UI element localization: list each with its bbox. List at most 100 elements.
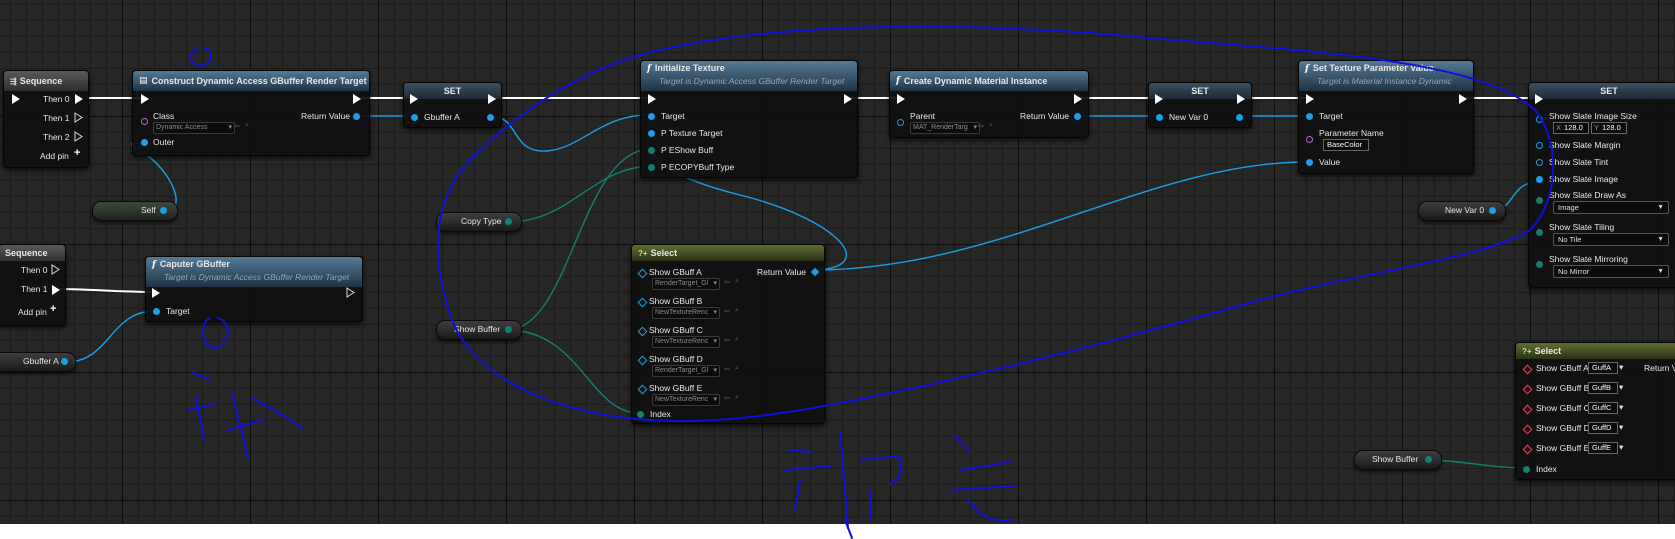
option-select[interactable]: NewTextureRenc ▾ bbox=[652, 336, 720, 348]
option-input[interactable]: GuffA bbox=[1588, 362, 1618, 374]
browse-icon[interactable]: ⌕ bbox=[735, 394, 739, 402]
exec-out-pin[interactable] bbox=[844, 94, 852, 104]
use-selected-icon[interactable]: ⇦ bbox=[978, 122, 984, 130]
parent-select[interactable]: MAT_RenderTarg ▾ bbox=[910, 122, 980, 134]
exec-in-pin[interactable] bbox=[152, 288, 160, 298]
sequence-node[interactable]: Sequence Then 0 Then 1 Add pin + bbox=[0, 244, 66, 326]
image-pin[interactable] bbox=[1536, 176, 1543, 183]
browse-icon[interactable]: ⌕ bbox=[735, 278, 739, 286]
option-pin[interactable] bbox=[637, 355, 648, 366]
exec-out-pin[interactable] bbox=[346, 287, 355, 298]
dropdown-icon[interactable]: ▾ bbox=[1619, 422, 1623, 433]
tint-pin[interactable] bbox=[1536, 159, 1543, 166]
dropdown-icon[interactable]: ▾ bbox=[1619, 442, 1623, 453]
gbuffer-a-out-pin[interactable] bbox=[61, 358, 68, 365]
gbuffer-a-out-pin[interactable] bbox=[487, 114, 494, 121]
show-buffer-out-pin[interactable] bbox=[505, 326, 512, 333]
tiling-select[interactable]: No Tile ▼ bbox=[1553, 233, 1669, 246]
exec-out-pin[interactable] bbox=[74, 112, 83, 123]
use-selected-icon[interactable]: ⇦ bbox=[234, 122, 240, 130]
y-input[interactable]: Y 128.0 bbox=[1591, 122, 1627, 134]
use-selected-icon[interactable]: ⇦ bbox=[724, 365, 730, 373]
self-variable-node[interactable]: Self bbox=[92, 201, 178, 221]
exec-in-pin[interactable] bbox=[897, 94, 905, 104]
use-selected-icon[interactable]: ⇦ bbox=[724, 307, 730, 315]
gbuffer-a-variable-node[interactable]: Gbuffer A bbox=[0, 352, 76, 372]
set-node[interactable]: SET Show Slate Image Size X 128.0 Y 128.0 … bbox=[1528, 82, 1675, 288]
exec-in-pin[interactable] bbox=[648, 94, 656, 104]
sequence-node[interactable]: ⇶ Sequence Then 0 Then 1 Then 2 Add pin … bbox=[3, 70, 89, 168]
class-pin[interactable] bbox=[141, 118, 148, 125]
add-pin-icon[interactable]: + bbox=[74, 147, 80, 159]
exec-out-pin[interactable] bbox=[353, 94, 361, 104]
outer-pin[interactable] bbox=[141, 139, 148, 146]
new-var-0-variable-node[interactable]: New Var 0 bbox=[1418, 201, 1506, 221]
browse-icon[interactable]: ⌕ bbox=[735, 365, 739, 373]
x-input[interactable]: X 128.0 bbox=[1553, 122, 1589, 134]
create-dynamic-material-instance-node[interactable]: f Create Dynamic Material Instance Parent… bbox=[889, 70, 1089, 138]
return-value-pin[interactable] bbox=[810, 267, 820, 277]
option-pin[interactable] bbox=[1522, 404, 1533, 415]
exec-in-pin[interactable] bbox=[1535, 94, 1543, 104]
initialize-texture-node[interactable]: f Initialize Texture Target is Dynamic Ac… bbox=[640, 60, 858, 178]
parameter-name-input[interactable]: BaseColor bbox=[1323, 139, 1369, 151]
option-input[interactable]: GuffC bbox=[1588, 402, 1618, 414]
parameter-name-pin[interactable] bbox=[1306, 136, 1313, 143]
dropdown-icon[interactable]: ▾ bbox=[1619, 362, 1623, 373]
option-pin[interactable] bbox=[1522, 384, 1533, 395]
exec-out-pin[interactable] bbox=[75, 94, 83, 104]
add-pin-icon[interactable]: + bbox=[50, 303, 56, 315]
add-pin-button[interactable]: Add pin bbox=[18, 307, 47, 317]
index-pin[interactable] bbox=[1523, 466, 1530, 473]
target-pin[interactable] bbox=[648, 113, 655, 120]
index-pin[interactable] bbox=[637, 411, 644, 418]
select-node[interactable]: ?+ Select Show GBuff A RenderTarget_Gl ▾ ⇦ ⌕… bbox=[631, 244, 825, 424]
dropdown-icon[interactable]: ▾ bbox=[1619, 402, 1623, 413]
class-select[interactable]: Dynamic Access ▾ bbox=[153, 122, 235, 134]
option-pin[interactable] bbox=[637, 268, 648, 279]
copy-type-out-pin[interactable] bbox=[505, 218, 512, 225]
exec-out-pin[interactable] bbox=[74, 131, 83, 142]
construct-node[interactable]: ▤ Construct Dynamic Access GBuffer Rende… bbox=[132, 70, 370, 156]
use-selected-icon[interactable]: ⇦ bbox=[724, 394, 730, 402]
use-selected-icon[interactable]: ⇦ bbox=[724, 336, 730, 344]
option-select[interactable]: RenderTarget_Gl ▾ bbox=[652, 365, 720, 377]
exec-out-pin[interactable] bbox=[1459, 94, 1467, 104]
browse-icon[interactable]: ⌕ bbox=[735, 336, 739, 344]
return-value-pin[interactable] bbox=[353, 113, 360, 120]
option-select[interactable]: NewTextureRenc ▾ bbox=[652, 394, 720, 406]
mirroring-select[interactable]: No Mirror ▼ bbox=[1553, 265, 1669, 278]
new-var-0-out-pin[interactable] bbox=[1489, 207, 1496, 214]
option-input[interactable]: GuffD bbox=[1588, 422, 1618, 434]
option-input[interactable]: GuffB bbox=[1588, 382, 1618, 394]
exec-in-pin[interactable] bbox=[1155, 94, 1163, 104]
value-pin[interactable] bbox=[1306, 159, 1313, 166]
p-texture-target-pin[interactable] bbox=[648, 130, 655, 137]
option-pin[interactable] bbox=[1522, 424, 1533, 435]
exec-in-pin[interactable] bbox=[141, 94, 149, 104]
image-size-pin[interactable] bbox=[1536, 116, 1543, 123]
p-eshow-buff-pin[interactable] bbox=[648, 147, 655, 154]
option-select[interactable]: NewTextureRenc ▾ bbox=[652, 307, 720, 319]
show-buffer-out-pin[interactable] bbox=[1425, 456, 1432, 463]
exec-in-pin[interactable] bbox=[1306, 94, 1314, 104]
self-out-pin[interactable] bbox=[160, 207, 167, 214]
caputer-gbuffer-node[interactable]: f Caputer GBuffer Target is Dynamic Acces… bbox=[145, 256, 363, 322]
new-var-0-in-pin[interactable] bbox=[1156, 114, 1163, 121]
browse-icon[interactable]: ⌕ bbox=[735, 307, 739, 315]
target-pin[interactable] bbox=[153, 308, 160, 315]
option-input[interactable]: GuffE bbox=[1588, 442, 1618, 454]
target-pin[interactable] bbox=[1306, 113, 1313, 120]
select-node[interactable]: ?+ Select Show GBuff A GuffA ▾ Show GBuff B… bbox=[1515, 342, 1675, 480]
exec-out-pin[interactable] bbox=[1074, 94, 1082, 104]
show-buffer-variable-node[interactable]: Show Buffer bbox=[436, 320, 522, 340]
new-var-0-out-pin[interactable] bbox=[1236, 114, 1243, 121]
set-texture-parameter-value-node[interactable]: f Set Texture Parameter Value Target is M… bbox=[1298, 60, 1474, 174]
margin-pin[interactable] bbox=[1536, 142, 1543, 149]
set-node[interactable]: SET Gbuffer A bbox=[403, 82, 502, 128]
gbuffer-a-in-pin[interactable] bbox=[411, 114, 418, 121]
mirroring-pin[interactable] bbox=[1536, 261, 1543, 268]
exec-in-pin[interactable] bbox=[410, 94, 418, 104]
copy-type-variable-node[interactable]: Copy Type bbox=[436, 212, 522, 232]
option-pin[interactable] bbox=[637, 297, 648, 308]
